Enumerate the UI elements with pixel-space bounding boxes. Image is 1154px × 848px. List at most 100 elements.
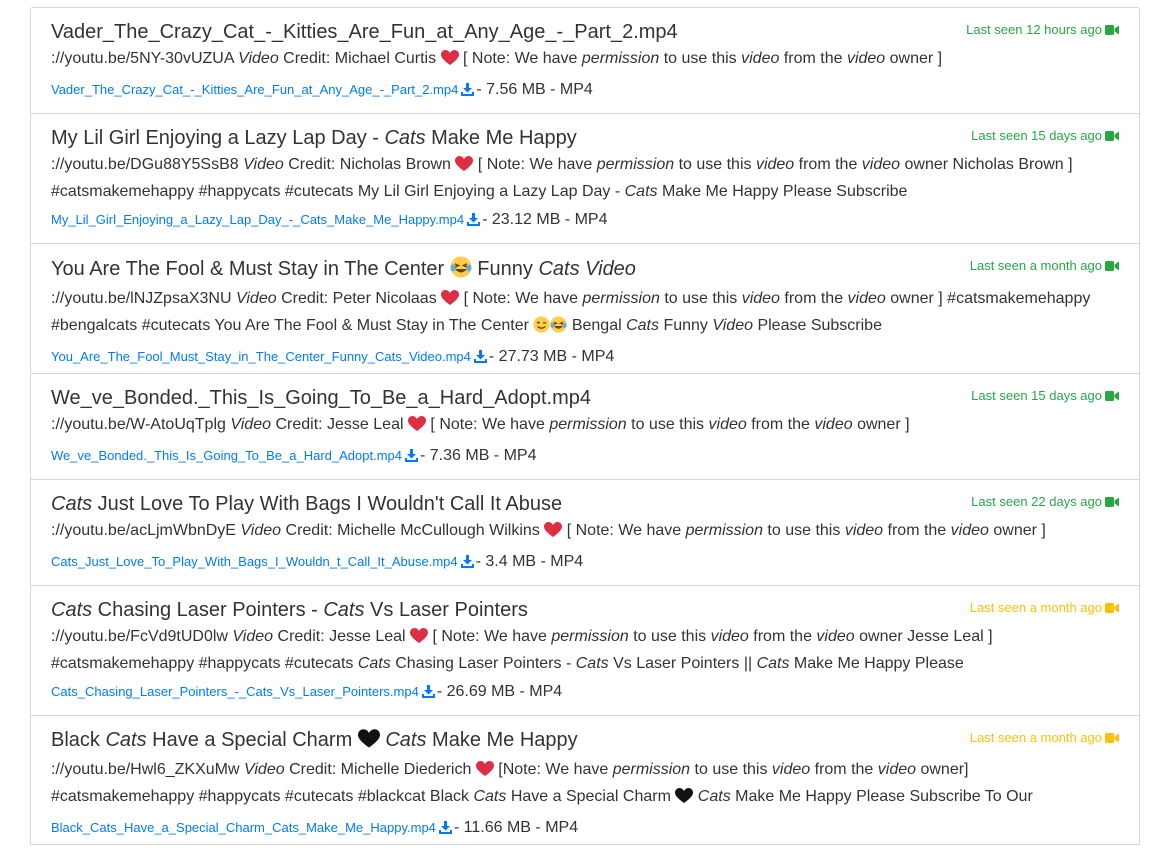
video-title-text: Make Me Happy [426, 729, 578, 751]
last-seen-text: Last seen 22 days ago [971, 494, 1102, 509]
desc-text: Have a Special Charm [506, 788, 676, 805]
list-item: Cats Chasing Laser Pointers - Cats Vs La… [30, 585, 1140, 715]
video-title-em: Cats [384, 127, 426, 149]
video-title: You Are The Fool & Must Stay in The Cent… [51, 256, 1119, 284]
note-text: [ Note: We have [463, 50, 578, 67]
video-title-text: Make Me Happy [425, 127, 577, 149]
desc-text: Make Me Happy Please Subscribe To Our [730, 788, 1033, 805]
black-heart-emoji [357, 729, 380, 755]
note-text: [Note: We have [498, 761, 609, 778]
video-description: ://youtu.be/5NY-30vUZUA Video Credit: Mi… [51, 47, 1119, 74]
desc-word: Video [243, 156, 284, 173]
file-meta: Black_Cats_Have_a_Special_Charm_Cats_Mak… [51, 818, 1119, 840]
desc-text: #catsmakemehappy #happycats #cutecats My… [51, 183, 625, 200]
note-text: to use this [767, 522, 841, 539]
download-icon[interactable] [438, 820, 452, 840]
red-heart-emoji [440, 50, 459, 74]
video-title-text: Chasing Laser Pointers - [92, 599, 324, 621]
file-meta: Cats_Just_Love_To_Play_With_Bags_I_Would… [51, 552, 1119, 574]
file-size: - 7.36 MB - MP4 [420, 447, 537, 464]
file-meta: Cats_Chasing_Laser_Pointers_-_Cats_Vs_La… [51, 682, 1119, 704]
video-credit: Credit: Jesse Leal [277, 628, 406, 645]
file-size: - 7.56 MB - MP4 [476, 81, 593, 98]
desc-word: video [847, 290, 886, 307]
desc-word: Video [232, 628, 274, 645]
note-text: to use this [694, 761, 768, 778]
desc-word: video [771, 761, 811, 778]
file-download-link[interactable]: Cats_Chasing_Laser_Pointers_-_Cats_Vs_La… [51, 684, 419, 699]
video-description: ://youtu.be/DGu88Y5SsB8 Video Credit: Ni… [51, 153, 1119, 204]
video-title-text: Vader_The_Crazy_Cat_-_Kitties_Are_Fun_at… [51, 21, 678, 43]
red-heart-emoji [455, 156, 474, 180]
video-description: ://youtu.be/Hwl6_ZKXuMw Video Credit: Mi… [51, 758, 1119, 812]
desc-word: Cats [575, 655, 609, 672]
desc-word: permission [549, 416, 627, 433]
download-icon[interactable] [421, 684, 435, 704]
download-icon[interactable] [461, 82, 475, 102]
last-seen: Last seen 22 days ago [971, 494, 1119, 511]
desc-word: Video [238, 50, 279, 67]
last-seen: Last seen a month ago [970, 258, 1119, 275]
desc-word: permission [685, 522, 763, 539]
video-credit: Credit: Michelle Diederich [289, 761, 472, 778]
desc-word: video [844, 522, 884, 539]
file-download-link[interactable]: You_Are_The_Fool_Must_Stay_in_The_Center… [51, 349, 471, 364]
file-meta: We_ve_Bonded._This_Is_Going_To_Be_a_Hard… [51, 446, 1119, 468]
video-camera-icon [1105, 23, 1119, 39]
desc-word: video [846, 50, 886, 67]
list-item: My Lil Girl Enjoying a Lazy Lap Day - Ca… [30, 113, 1140, 243]
desc-word: video [950, 522, 989, 539]
video-credit: Credit: Michael Curtis [283, 50, 437, 67]
download-icon[interactable] [405, 448, 418, 468]
video-title-text: You Are The Fool & Must Stay in The Cent… [51, 258, 450, 280]
last-seen: Last seen a month ago [970, 730, 1119, 747]
list-item: We_ve_Bonded._This_Is_Going_To_Be_a_Hard… [30, 373, 1140, 479]
download-icon[interactable] [473, 349, 487, 369]
file-download-link[interactable]: Black_Cats_Have_a_Special_Charm_Cats_Mak… [51, 820, 436, 835]
video-title-em: Cats [538, 258, 580, 280]
note-text: from the [814, 761, 874, 778]
desc-text: #catsmakemehappy #happycats #cutecats [51, 655, 358, 672]
video-title: Vader_The_Crazy_Cat_-_Kitties_Are_Fun_at… [51, 20, 1119, 44]
note-text: [ Note: We have [432, 628, 547, 645]
list-item: Vader_The_Crazy_Cat_-_Kitties_Are_Fun_at… [30, 7, 1140, 113]
video-url: ://youtu.be/W-AtoUqTplg [51, 416, 226, 433]
video-credit: Credit: Peter Nicolaas [281, 290, 437, 307]
video-credit: Credit: Michelle McCullough Wilkins [285, 522, 540, 539]
note-text: [ Note: We have [463, 290, 579, 307]
desc-word: video [816, 628, 855, 645]
desc-text: Please Subscribe [753, 317, 882, 334]
download-icon[interactable] [467, 212, 481, 232]
video-title-em: Cats [385, 729, 427, 751]
winking-emoji [533, 316, 550, 341]
desc-text: Vs Laser Pointers || [608, 655, 757, 672]
desc-word: Cats [473, 788, 507, 805]
last-seen: Last seen 12 hours ago [966, 22, 1119, 39]
red-heart-emoji [475, 761, 494, 785]
desc-text: Make Me Happy Please Subscribe [657, 183, 908, 200]
video-url: ://youtu.be/Hwl6_ZKXuMw [51, 761, 240, 778]
laughing-emoji [450, 256, 472, 284]
note-text: from the [753, 628, 812, 645]
file-download-link[interactable]: Vader_The_Crazy_Cat_-_Kitties_Are_Fun_at… [51, 82, 458, 97]
file-download-link[interactable]: My_Lil_Girl_Enjoying_a_Lazy_Lap_Day_-_Ca… [51, 212, 464, 227]
last-seen-text: Last seen a month ago [969, 730, 1102, 745]
desc-word: Video [712, 317, 753, 334]
note-text: owner ] [889, 50, 943, 67]
video-title-em: Cats [51, 493, 93, 515]
red-heart-emoji [544, 522, 563, 546]
note-text: to use this [678, 156, 752, 173]
black-heart-emoji [675, 788, 694, 812]
note-text: to use this [633, 628, 707, 645]
video-title: Cats Chasing Laser Pointers - Cats Vs La… [51, 598, 1119, 622]
desc-word: permission [582, 290, 660, 307]
file-meta: My_Lil_Girl_Enjoying_a_Lazy_Lap_Day_-_Ca… [51, 210, 1119, 232]
download-icon[interactable] [460, 554, 474, 574]
file-download-link[interactable]: We_ve_Bonded._This_Is_Going_To_Be_a_Hard… [51, 448, 402, 463]
desc-word: Video [240, 522, 282, 539]
note-text: owner ] [857, 416, 910, 433]
video-camera-icon [1105, 389, 1119, 405]
video-title-text: Vs Laser Pointers [364, 599, 528, 621]
last-seen: Last seen 15 days ago [971, 388, 1119, 405]
file-download-link[interactable]: Cats_Just_Love_To_Play_With_Bags_I_Would… [51, 554, 458, 569]
